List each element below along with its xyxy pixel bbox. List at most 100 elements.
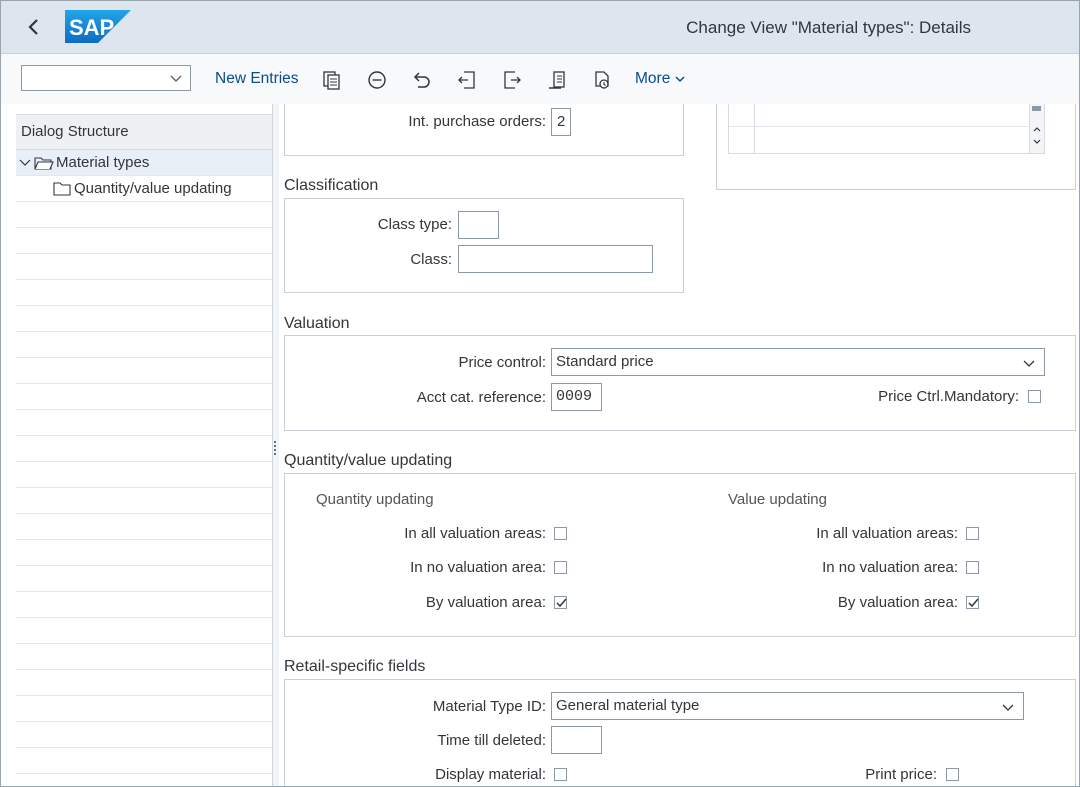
print-price-checkbox[interactable] — [946, 768, 959, 781]
delete-icon[interactable] — [366, 69, 388, 91]
tree-empty-row — [16, 462, 272, 488]
tree-empty-row — [16, 644, 272, 670]
tree-empty-row — [16, 592, 272, 618]
shell-bar: SAP Change View "Material types": Detail… — [1, 1, 1079, 54]
chevron-up-icon[interactable] — [1032, 124, 1042, 134]
val-no-area-checkbox[interactable] — [966, 561, 979, 574]
chevron-down-icon — [170, 75, 182, 82]
acct-cat-reference-field[interactable]: 0009 — [551, 383, 602, 411]
copy-icon[interactable] — [321, 69, 343, 91]
tree-item-material-types[interactable]: Material types — [16, 150, 272, 176]
chevron-down-icon — [1023, 360, 1035, 367]
tree-empty-row — [16, 436, 272, 462]
qty-by-area-label: By valuation area: — [425, 594, 546, 611]
more-label: More — [635, 70, 671, 87]
command-field[interactable] — [21, 65, 191, 91]
tree-item-quantity-value-updating[interactable]: Quantity/value updating — [16, 176, 272, 202]
price-control-select[interactable]: Standard price — [551, 348, 1045, 376]
chevron-down-icon — [675, 76, 685, 82]
dialog-structure-panel: Dialog Structure Material types Quantity… — [16, 114, 273, 786]
chevron-down-icon[interactable] — [1032, 137, 1042, 147]
tree-empty-row — [16, 618, 272, 644]
class-field[interactable] — [458, 245, 653, 273]
embedded-table — [728, 104, 1045, 154]
price-control-value: Standard price — [556, 353, 654, 370]
next-entry-icon[interactable] — [501, 69, 523, 91]
tree-empty-row — [16, 696, 272, 722]
val-no-area-label: In no valuation area: — [822, 559, 958, 576]
material-type-id-value: General material type — [556, 697, 700, 714]
int-purchase-orders-field[interactable]: 2 — [551, 108, 571, 136]
splitter-grip-icon[interactable] — [274, 441, 276, 455]
tree-empty-row — [16, 358, 272, 384]
price-control-label: Price control: — [458, 354, 546, 371]
chevron-down-icon[interactable] — [18, 157, 32, 169]
tree-empty-row — [16, 202, 272, 228]
previous-entry-icon[interactable] — [456, 69, 478, 91]
qty-all-areas-label: In all valuation areas: — [404, 525, 546, 542]
tree-empty-row — [16, 514, 272, 540]
val-by-area-checkbox[interactable] — [966, 596, 979, 609]
classification-title: Classification — [284, 177, 379, 194]
folder-icon — [53, 182, 71, 196]
class-type-label: Class type: — [377, 216, 452, 233]
tree-empty-row — [16, 722, 272, 748]
tree-item-label: Material types — [56, 154, 150, 171]
time-till-deleted-label: Time till deleted: — [437, 732, 546, 749]
price-ctrl-mandatory-checkbox[interactable] — [1028, 390, 1041, 403]
display-material-checkbox[interactable] — [554, 768, 567, 781]
qty-by-area-checkbox[interactable] — [554, 596, 567, 609]
select-all-icon[interactable] — [546, 69, 568, 91]
toolbar: New Entries More — [1, 54, 1079, 104]
tree-empty-row — [16, 670, 272, 696]
undo-icon[interactable] — [411, 69, 433, 91]
tree-empty-row — [16, 540, 272, 566]
tree-empty-row — [16, 306, 272, 332]
purchasing-group — [284, 104, 684, 156]
qty-no-area-label: In no valuation area: — [410, 559, 546, 576]
tree-empty-row — [16, 332, 272, 358]
more-button[interactable]: More — [635, 70, 686, 88]
tree-empty-row — [16, 774, 272, 786]
acct-cat-reference-label: Acct cat. reference: — [416, 389, 546, 406]
int-purchase-orders-label: Int. purchase orders: — [408, 113, 546, 130]
page-title: Change View "Material types": Details — [686, 18, 971, 37]
val-all-areas-label: In all valuation areas: — [816, 525, 958, 542]
time-till-deleted-field[interactable] — [551, 726, 602, 754]
tree-empty-row — [16, 228, 272, 254]
valuation-title: Valuation — [284, 315, 350, 332]
tree-empty-row — [16, 488, 272, 514]
tree-empty-row — [16, 566, 272, 592]
chevron-left-icon — [28, 19, 38, 35]
class-label: Class: — [410, 251, 452, 268]
material-type-id-select[interactable]: General material type — [551, 692, 1024, 720]
qty-all-areas-checkbox[interactable] — [554, 527, 567, 540]
quantity-updating-title: Quantity updating — [316, 491, 434, 508]
folder-open-icon — [34, 157, 54, 170]
qty-no-area-checkbox[interactable] — [554, 561, 567, 574]
tree-empty-row — [16, 748, 272, 774]
sap-window: SAP Change View "Material types": Detail… — [0, 0, 1080, 787]
checkmark-icon — [556, 598, 567, 608]
transport-icon[interactable] — [591, 69, 613, 91]
retail-title: Retail-specific fields — [284, 658, 426, 675]
tree-empty-row — [16, 254, 272, 280]
tree-empty-row — [16, 410, 272, 436]
svg-text:SAP: SAP — [69, 15, 114, 40]
checkmark-icon — [968, 598, 979, 608]
material-type-id-label: Material Type ID: — [432, 698, 546, 715]
tree-item-label: Quantity/value updating — [74, 180, 232, 197]
class-type-field[interactable] — [458, 211, 499, 239]
chevron-down-icon — [1002, 704, 1014, 711]
price-ctrl-mandatory-label: Price Ctrl.Mandatory: — [878, 388, 1019, 405]
new-entries-button[interactable]: New Entries — [215, 70, 299, 88]
display-material-label: Display material: — [435, 766, 546, 783]
back-button[interactable] — [21, 13, 47, 41]
value-updating-title: Value updating — [728, 491, 827, 508]
val-all-areas-checkbox[interactable] — [966, 527, 979, 540]
sap-logo: SAP — [65, 10, 131, 47]
table-scrollbar[interactable] — [1029, 104, 1044, 153]
val-by-area-label: By valuation area: — [837, 594, 958, 611]
qv-updating-title: Quantity/value updating — [284, 452, 453, 469]
tree-empty-row — [16, 280, 272, 306]
